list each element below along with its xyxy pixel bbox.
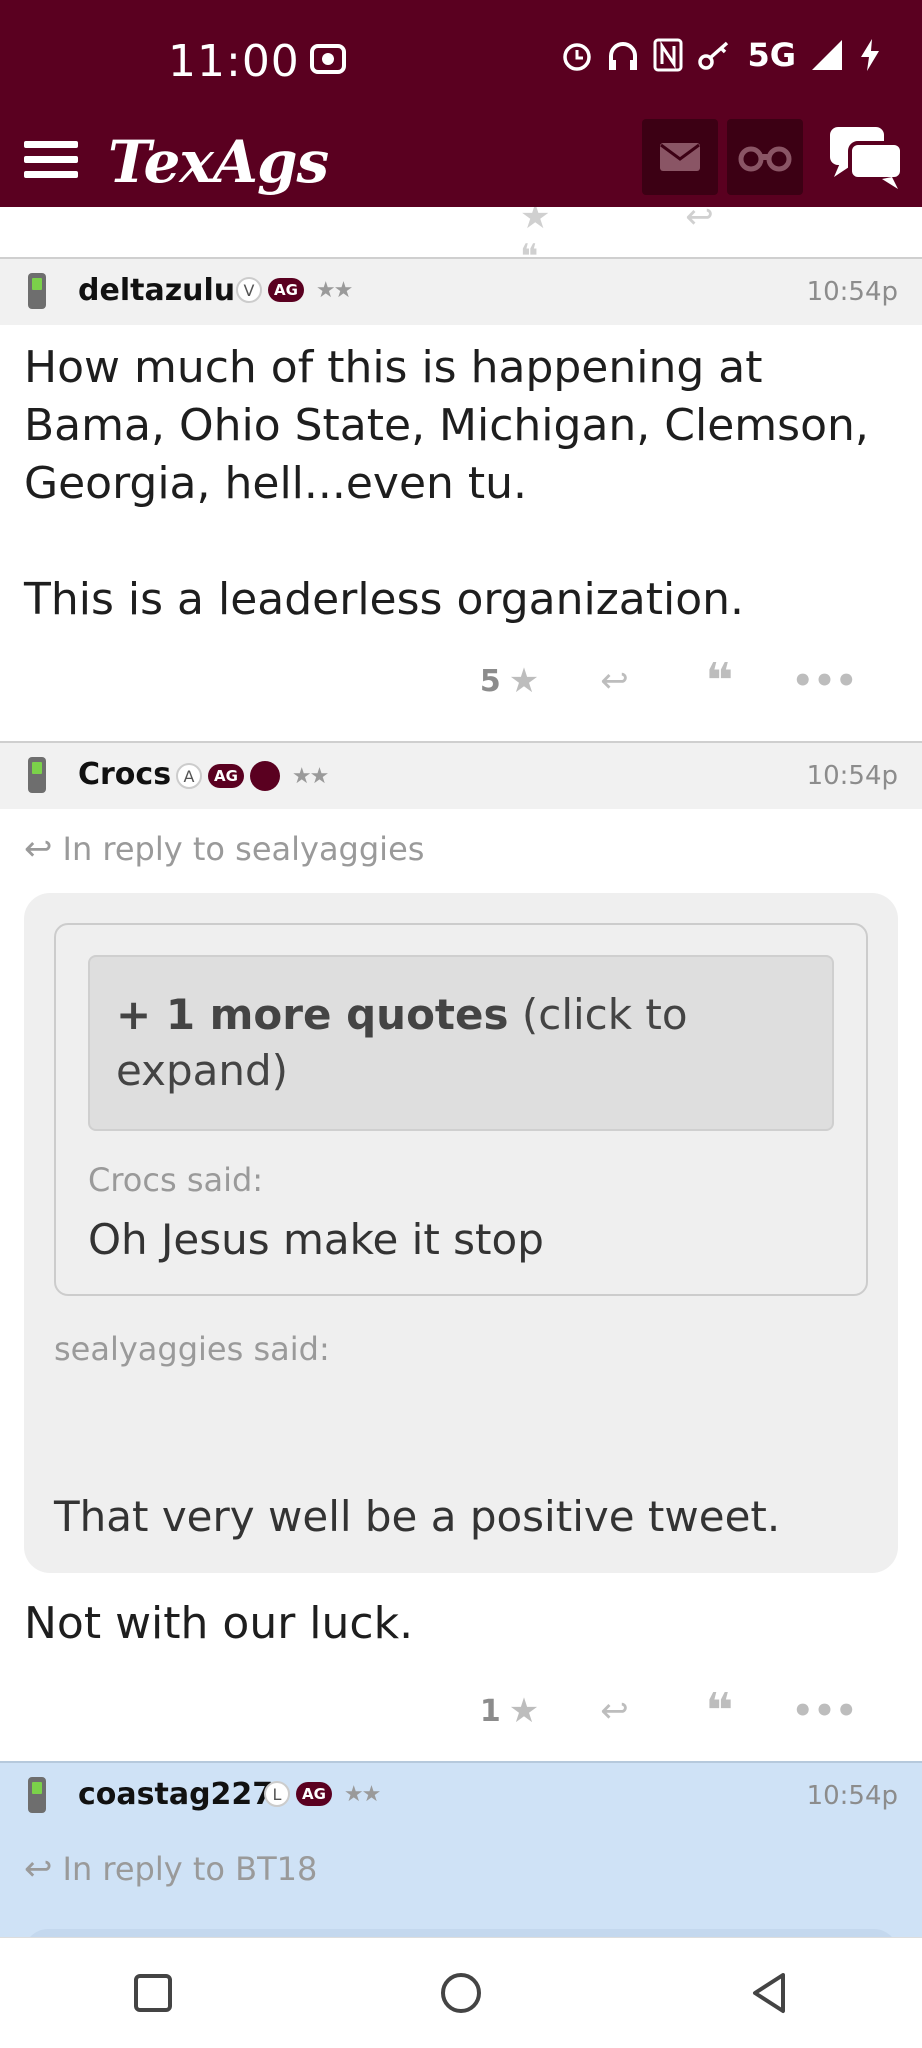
post-actions: 5 ★ ↩ ❝ ••• <box>0 651 922 711</box>
like-button[interactable]: 5 ★ <box>457 661 562 701</box>
back-icon[interactable] <box>749 1971 789 2015</box>
quote-icon: ❝ <box>705 1683 734 1739</box>
post-header: deltazulu V AG ★★ 10:54p <box>0 257 922 325</box>
clock: 11:00 <box>168 36 300 87</box>
quote-text: Oh Jesus make it stop <box>88 1215 544 1264</box>
post-text: Not with our luck. <box>24 1598 414 1649</box>
star-icon: ★ <box>508 1691 540 1731</box>
badge-ag: AG <box>296 1782 332 1806</box>
post-time: 10:54p <box>806 277 898 307</box>
like-count: 1 <box>479 1693 501 1729</box>
status-bar: 11:00 5G <box>0 0 922 125</box>
badge-a: A <box>176 763 202 789</box>
chat-icon[interactable] <box>828 125 904 193</box>
quote-button[interactable]: ❝ <box>667 653 772 709</box>
post-time: 10:54p <box>806 1781 898 1811</box>
mail-icon <box>660 143 700 171</box>
like-count: 5 <box>479 663 501 699</box>
quote-button[interactable]: ❝ <box>667 1683 772 1739</box>
more-icon: ••• <box>791 1691 858 1731</box>
reply-icon: ↩ <box>600 661 629 701</box>
reply-to-link[interactable]: ↩ In reply to sealyaggies <box>0 809 922 869</box>
expand-quotes-button[interactable]: + 1 more quotes (click to expand) <box>88 955 834 1131</box>
star-rating: ★★ <box>291 763 329 789</box>
previous-post-actions: ★ ↩ ❝ … <box>520 207 776 257</box>
more-quotes-label: + 1 more quotes <box>116 990 509 1039</box>
like-button[interactable]: 1 ★ <box>457 1691 562 1731</box>
badge-v: V <box>236 277 262 303</box>
more-button[interactable]: ••• <box>772 1691 877 1731</box>
app-header: TexAgs <box>0 119 922 207</box>
reply-to-link[interactable]: ↩ In reply to BT18 <box>0 1829 922 1889</box>
user-badges: L AG ★★ <box>264 1781 381 1807</box>
post-body: How much of this is happening at Bama, O… <box>0 325 922 629</box>
quote-author: sealyaggies said: <box>54 1330 330 1368</box>
user-badges: V AG ★★ <box>236 277 353 303</box>
menu-icon[interactable] <box>24 133 78 189</box>
more-button[interactable]: ••• <box>772 661 877 701</box>
mobile-icon <box>28 1777 46 1813</box>
star-rating: ★★ <box>315 277 353 303</box>
user-badges: A AG ★★ <box>176 761 329 791</box>
messages-button[interactable] <box>642 119 718 195</box>
alarm-icon <box>563 43 592 71</box>
home-icon[interactable] <box>439 1971 483 2015</box>
post-text: This is a leaderless organization. <box>24 574 745 625</box>
post-header: Crocs A AG ★★ 10:54p <box>0 741 922 809</box>
reply-icon: ↩ <box>600 1691 629 1731</box>
post-actions: 1 ★ ↩ ❝ ••• <box>0 1681 922 1741</box>
reply-button[interactable]: ↩ <box>562 1691 667 1731</box>
recents-icon[interactable] <box>133 1973 173 2013</box>
headphones-icon <box>609 42 638 70</box>
post-text: How much of this is happening at Bama, O… <box>24 342 869 509</box>
username[interactable]: deltazulu <box>78 273 235 308</box>
watched-button[interactable] <box>727 119 803 195</box>
reply-to-label: In reply to BT18 <box>62 1850 318 1888</box>
reply-arrow-icon: ↩ <box>24 1849 53 1889</box>
badge-l: L <box>264 1781 290 1807</box>
charging-icon <box>861 39 879 71</box>
more-icon: ••• <box>791 661 858 701</box>
mobile-icon <box>28 757 46 793</box>
quote-author: Crocs said: <box>88 1161 264 1199</box>
system-nav-bar <box>0 1937 922 2048</box>
badge-ag: AG <box>268 278 304 302</box>
username[interactable]: Crocs <box>78 757 171 792</box>
quote-block: + 1 more quotes (click to expand) Crocs … <box>24 893 898 1573</box>
binoculars-icon <box>738 146 792 172</box>
signal-icon <box>812 40 842 70</box>
quote-text: That very well be a positive tweet. <box>54 1492 781 1541</box>
screen-record-icon <box>310 44 346 78</box>
post-header: coastag227 L AG ★★ 10:54p <box>0 1761 922 1829</box>
quote-icon: ❝ <box>705 653 734 709</box>
thread-content: ★ ↩ ❝ … deltazulu V AG ★★ 10:54p How muc… <box>0 207 922 1969</box>
status-icons: 5G <box>561 36 882 74</box>
key-icon <box>698 41 729 70</box>
star-icon: ★ <box>508 661 540 701</box>
nested-quote: + 1 more quotes (click to expand) Crocs … <box>54 923 868 1296</box>
network-label: 5G <box>747 36 796 74</box>
logo[interactable]: TexAgs <box>108 128 329 196</box>
post-time: 10:54p <box>806 761 898 791</box>
team-logo-badge <box>249 761 280 791</box>
nfc-icon <box>653 38 683 72</box>
reply-arrow-icon: ↩ <box>24 829 53 869</box>
reply-to-label: In reply to sealyaggies <box>62 830 425 868</box>
star-rating: ★★ <box>343 1781 381 1807</box>
username[interactable]: coastag227 <box>78 1777 273 1812</box>
mobile-icon <box>28 273 46 309</box>
badge-ag: AG <box>208 764 244 788</box>
reply-button[interactable]: ↩ <box>562 661 667 701</box>
